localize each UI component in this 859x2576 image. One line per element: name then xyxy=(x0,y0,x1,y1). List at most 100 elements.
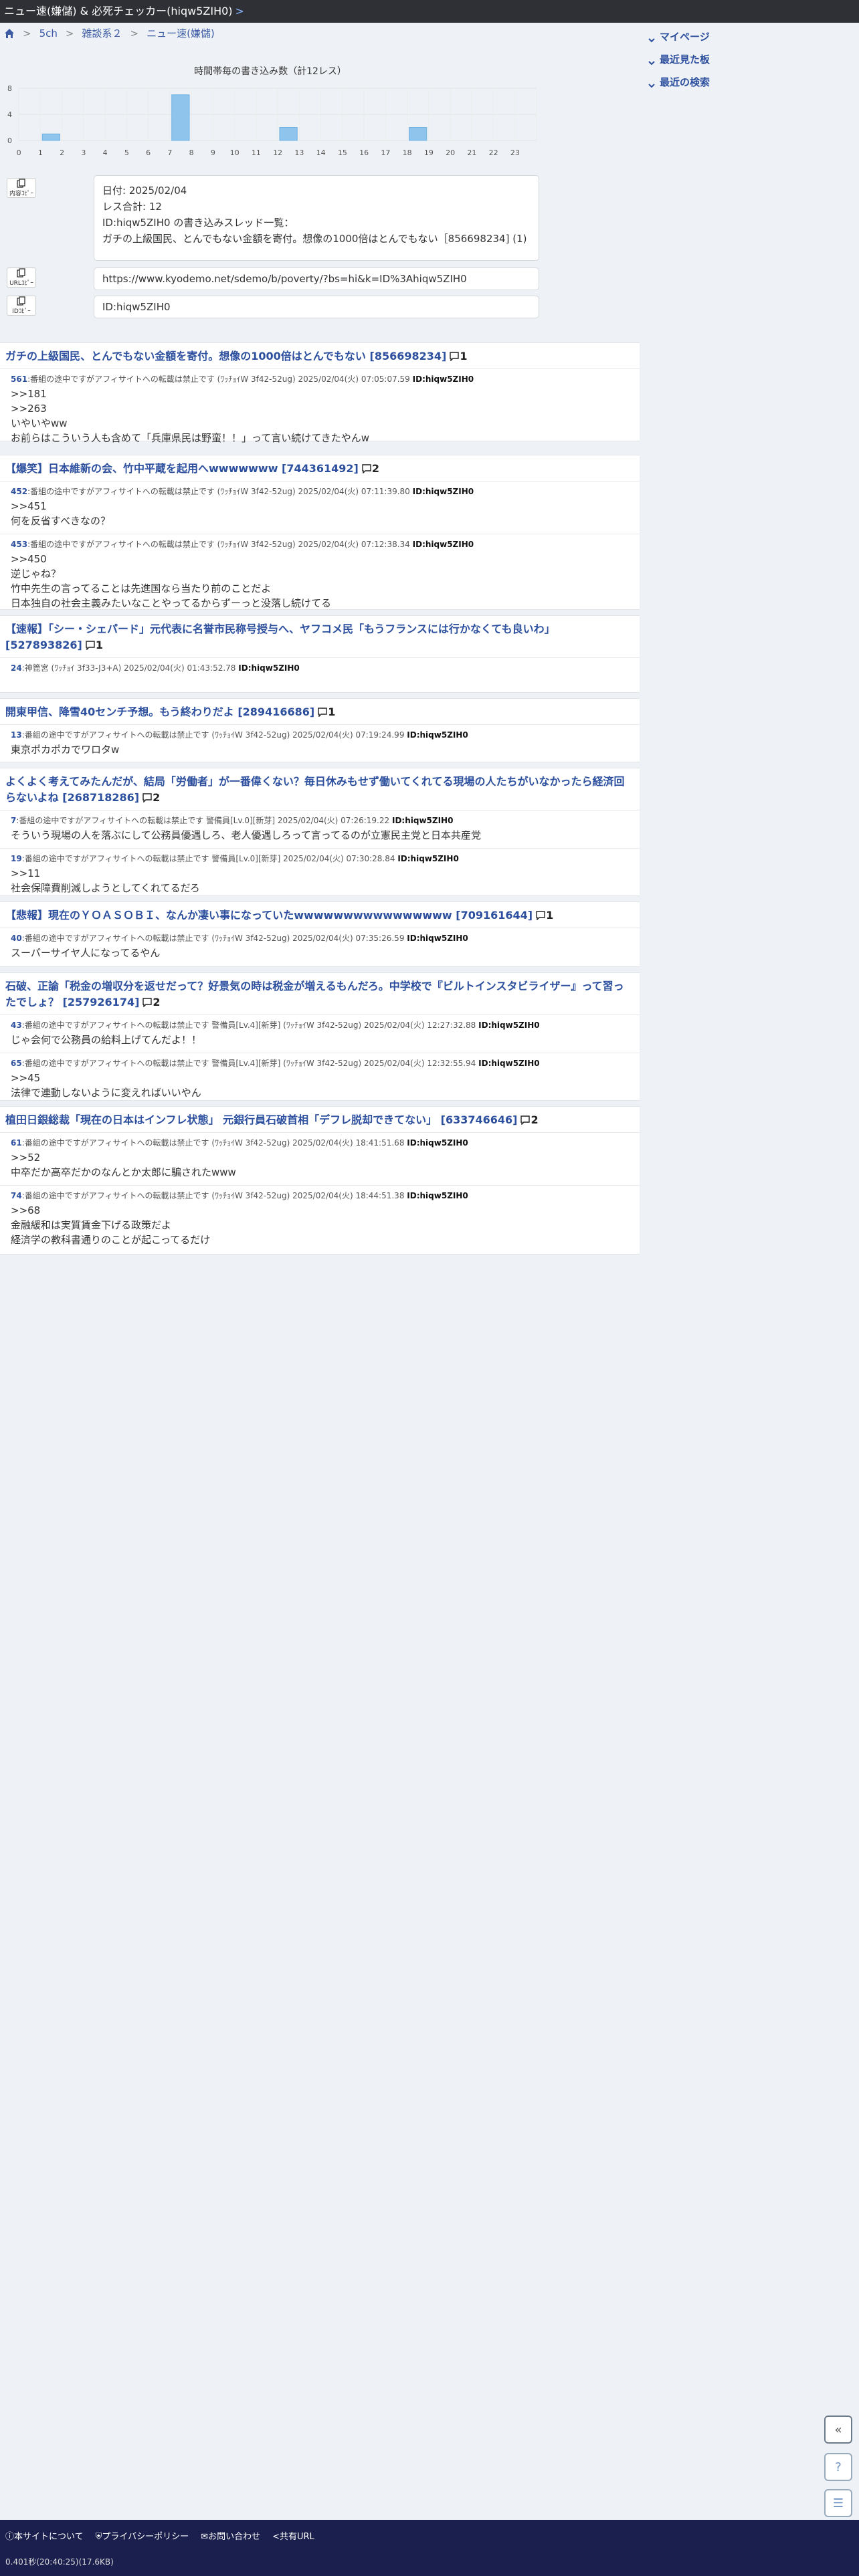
post-line[interactable]: >>45 xyxy=(11,1071,629,1085)
thread-card: ガチの上級国民、とんでもない金額を寄付。想像の1000倍はとんでもない [856… xyxy=(0,342,640,444)
post-meta: :番組の途中ですがアフィサイトへの転載は禁止です 警備員[Lv.0][新芽] 2… xyxy=(16,816,390,825)
post-meta: :番組の途中ですがアフィサイトへの転載は禁止です (ﾜｯﾁｮｲW 3f42-52… xyxy=(27,487,410,496)
thread-title-link[interactable]: 植田日銀総裁「現在の日本はインフレ状態」 元銀行員石破首相「デフレ脱却できてない… xyxy=(0,1107,640,1132)
breadcrumb-item-board[interactable]: ニュー速(嫌儲) xyxy=(147,25,215,41)
post-line[interactable]: >>52 xyxy=(11,1150,629,1165)
footer-link-about[interactable]: ⓘ本サイトについて xyxy=(5,2529,84,2542)
thread-title-link[interactable]: 開東甲信、降雪40センチ予想。もう終わりだよ [289416686] 1 xyxy=(0,699,640,724)
nav-item-label: 最近見た板 xyxy=(660,53,710,66)
post-id[interactable]: ID:hiqw5ZIH0 xyxy=(413,540,474,549)
footer-link-share[interactable]: <共有URL xyxy=(272,2529,314,2542)
id-field[interactable]: ID:hiqw5ZIH0 xyxy=(94,296,539,318)
thread-title-link[interactable]: よくよく考えてみたんだが、結局「労働者」が一番偉くない？毎日休みもせず働いてくれ… xyxy=(0,768,640,810)
post-id[interactable]: ID:hiqw5ZIH0 xyxy=(407,934,468,943)
x-tick-label: 12 xyxy=(273,148,282,157)
footer-link-label: プライバシーポリシー xyxy=(102,2532,189,2542)
post-line[interactable]: >>451 xyxy=(11,499,629,514)
footer-link-label: 共有URL xyxy=(279,2532,314,2542)
post-number[interactable]: 452 xyxy=(11,487,27,496)
thread-count: 1 xyxy=(460,350,468,362)
x-tick-label: 5 xyxy=(124,148,129,157)
copy-button-label: URLｺﾋﾟｰ xyxy=(9,280,33,287)
post-meta: :番組の途中ですがアフィサイトへの転載は禁止です (ﾜｯﾁｮｲW 3f42-52… xyxy=(27,540,410,549)
post-line[interactable]: >>263 xyxy=(11,401,629,416)
post-id[interactable]: ID:hiqw5ZIH0 xyxy=(407,730,468,740)
post-meta: :番組の途中ですがアフィサイトへの転載は禁止です (ﾜｯﾁｮｲW 3f42-52… xyxy=(27,374,410,384)
post-number[interactable]: 43 xyxy=(11,1021,22,1030)
post-line[interactable]: >>181 xyxy=(11,387,629,401)
post: 74:番組の途中ですがアフィサイトへの転載は禁止です (ﾜｯﾁｮｲW 3f42-… xyxy=(0,1185,640,1253)
post-number[interactable]: 24 xyxy=(11,663,22,673)
post-number[interactable]: 19 xyxy=(11,854,22,863)
post-meta: :番組の途中ですがアフィサイトへの転載は禁止です (ﾜｯﾁｮｲW 3f42-52… xyxy=(21,730,405,740)
x-tick-label: 1 xyxy=(38,148,43,157)
x-tick-label: 20 xyxy=(446,148,455,157)
breadcrumb-item-5ch[interactable]: 5ch xyxy=(39,25,58,41)
post-id[interactable]: ID:hiqw5ZIH0 xyxy=(413,374,474,384)
content-copy-button[interactable]: 内容ｺﾋﾟｰ xyxy=(7,178,36,198)
breadcrumb: > 5ch > 雑談系２ > ニュー速(嫌儲) xyxy=(4,25,215,41)
comment-icon xyxy=(142,793,152,802)
thread-title-link[interactable]: ガチの上級国民、とんでもない金額を寄付。想像の1000倍はとんでもない [856… xyxy=(0,343,640,368)
thread-card: よくよく考えてみたんだが、結局「労働者」が一番偉くない？毎日休みもせず働いてくれ… xyxy=(0,768,640,896)
post-number[interactable]: 65 xyxy=(11,1059,22,1068)
post-line[interactable]: >>68 xyxy=(11,1203,629,1218)
breadcrumb-separator: > xyxy=(130,27,139,39)
post-number[interactable]: 453 xyxy=(11,540,27,549)
thread-title-link[interactable]: 【速報】「シー・シェパード」元代表に名誉市民称号授与へ、ヤフコメ民「もうフランス… xyxy=(0,616,640,657)
summary-line: レス合計: 12 xyxy=(102,201,162,213)
x-tick-label: 18 xyxy=(403,148,412,157)
post-number[interactable]: 74 xyxy=(11,1191,22,1200)
post-line[interactable]: >>11 xyxy=(11,866,629,881)
thread-title-link[interactable]: 石破、正論「税金の増収分を返せだって？好景気の時は税金が増えるもんだろ。中学校で… xyxy=(0,973,640,1014)
copy-button-label: IDｺﾋﾟｰ xyxy=(12,308,31,315)
nav-item-mypage[interactable]: マイページ xyxy=(648,25,848,48)
home-icon[interactable] xyxy=(4,28,15,39)
menu-button[interactable]: ☰ xyxy=(824,2489,852,2517)
post-meta: :番組の途中ですがアフィサイトへの転載は禁止です 警備員[Lv.4][新芽] (… xyxy=(21,1021,476,1030)
nav-item-recent-boards[interactable]: 最近見た板 xyxy=(648,48,848,71)
post-meta: :神箆宮 (ﾜｯﾁｮｲ 3f33-J3+A) 2025/02/04(火) 01:… xyxy=(21,663,236,673)
post-id[interactable]: ID:hiqw5ZIH0 xyxy=(392,816,453,825)
summary-line: ID:hiqw5ZIH0 の書き込みスレッド一覧： xyxy=(102,217,294,229)
scroll-top-button[interactable]: « xyxy=(824,2416,852,2444)
post-number[interactable]: 61 xyxy=(11,1138,22,1148)
post-id[interactable]: ID:hiqw5ZIH0 xyxy=(478,1021,539,1030)
post-id[interactable]: ID:hiqw5ZIH0 xyxy=(478,1059,539,1068)
post-id[interactable]: ID:hiqw5ZIH0 xyxy=(407,1191,468,1200)
post-id[interactable]: ID:hiqw5ZIH0 xyxy=(407,1138,468,1148)
x-tick-label: 8 xyxy=(189,148,194,157)
share-icon: < xyxy=(272,2532,280,2542)
id-copy-button[interactable]: IDｺﾋﾟｰ xyxy=(7,296,36,316)
post-line[interactable]: >>450 xyxy=(11,552,629,566)
url-copy-button[interactable]: URLｺﾋﾟｰ xyxy=(7,267,36,288)
post-id[interactable]: ID:hiqw5ZIH0 xyxy=(397,854,458,863)
post-number[interactable]: 561 xyxy=(11,374,27,384)
x-tick-label: 14 xyxy=(316,148,326,157)
post-number[interactable]: 13 xyxy=(11,730,22,740)
breadcrumb-separator: > xyxy=(23,27,31,39)
thread-title-link[interactable]: 【悲報】現在のＹＯＡＳＯＢＩ、なんか凄い事になっていたwwwwwwwwwwwww… xyxy=(0,902,640,928)
thread-count: 1 xyxy=(95,639,103,651)
nav-item-label: 最近の検索 xyxy=(660,76,710,88)
x-tick-label: 13 xyxy=(294,148,304,157)
summary-textarea[interactable]: 日付: 2025/02/04 レス合計: 12 ID:hiqw5ZIH0 の書き… xyxy=(94,175,539,261)
post: 452:番組の途中ですがアフィサイトへの転載は禁止です (ﾜｯﾁｮｲW 3f42… xyxy=(0,481,640,534)
x-tick-label: 0 xyxy=(17,148,21,157)
post-id[interactable]: ID:hiqw5ZIH0 xyxy=(238,663,299,673)
breadcrumb-item-category[interactable]: 雑談系２ xyxy=(82,25,122,41)
post-id[interactable]: ID:hiqw5ZIH0 xyxy=(413,487,474,496)
right-nav: マイページ 最近見た板 最近の検索 xyxy=(648,25,848,94)
post: 19:番組の途中ですがアフィサイトへの転載は禁止です 警備員[Lv.0][新芽]… xyxy=(0,848,640,901)
thread-title-link[interactable]: 【爆笑】日本維新の会、竹中平蔵を起用へwwwwwww [744361492] 2 xyxy=(0,455,640,481)
nav-item-recent-search[interactable]: 最近の検索 xyxy=(648,71,848,94)
chevron-down-icon xyxy=(648,33,656,43)
post-number[interactable]: 40 xyxy=(11,934,22,943)
post-line: スーパーサイヤ人になってるやん xyxy=(11,947,161,959)
url-field[interactable]: https://www.kyodemo.net/sdemo/b/poverty/… xyxy=(94,267,539,290)
footer-link-privacy[interactable]: ⛨プライバシーポリシー xyxy=(96,2529,189,2542)
hourly-post-chart: 時間帯毎の書き込み数（計12レス） 8 4 0 0 1 2 3 4 5 6 7 8 9 10 11 12 13 1… xyxy=(0,58,549,165)
footer-link-contact[interactable]: ✉お問い合わせ xyxy=(201,2529,260,2542)
help-button[interactable]: ? xyxy=(824,2453,852,2481)
thread-count: 1 xyxy=(546,909,554,922)
